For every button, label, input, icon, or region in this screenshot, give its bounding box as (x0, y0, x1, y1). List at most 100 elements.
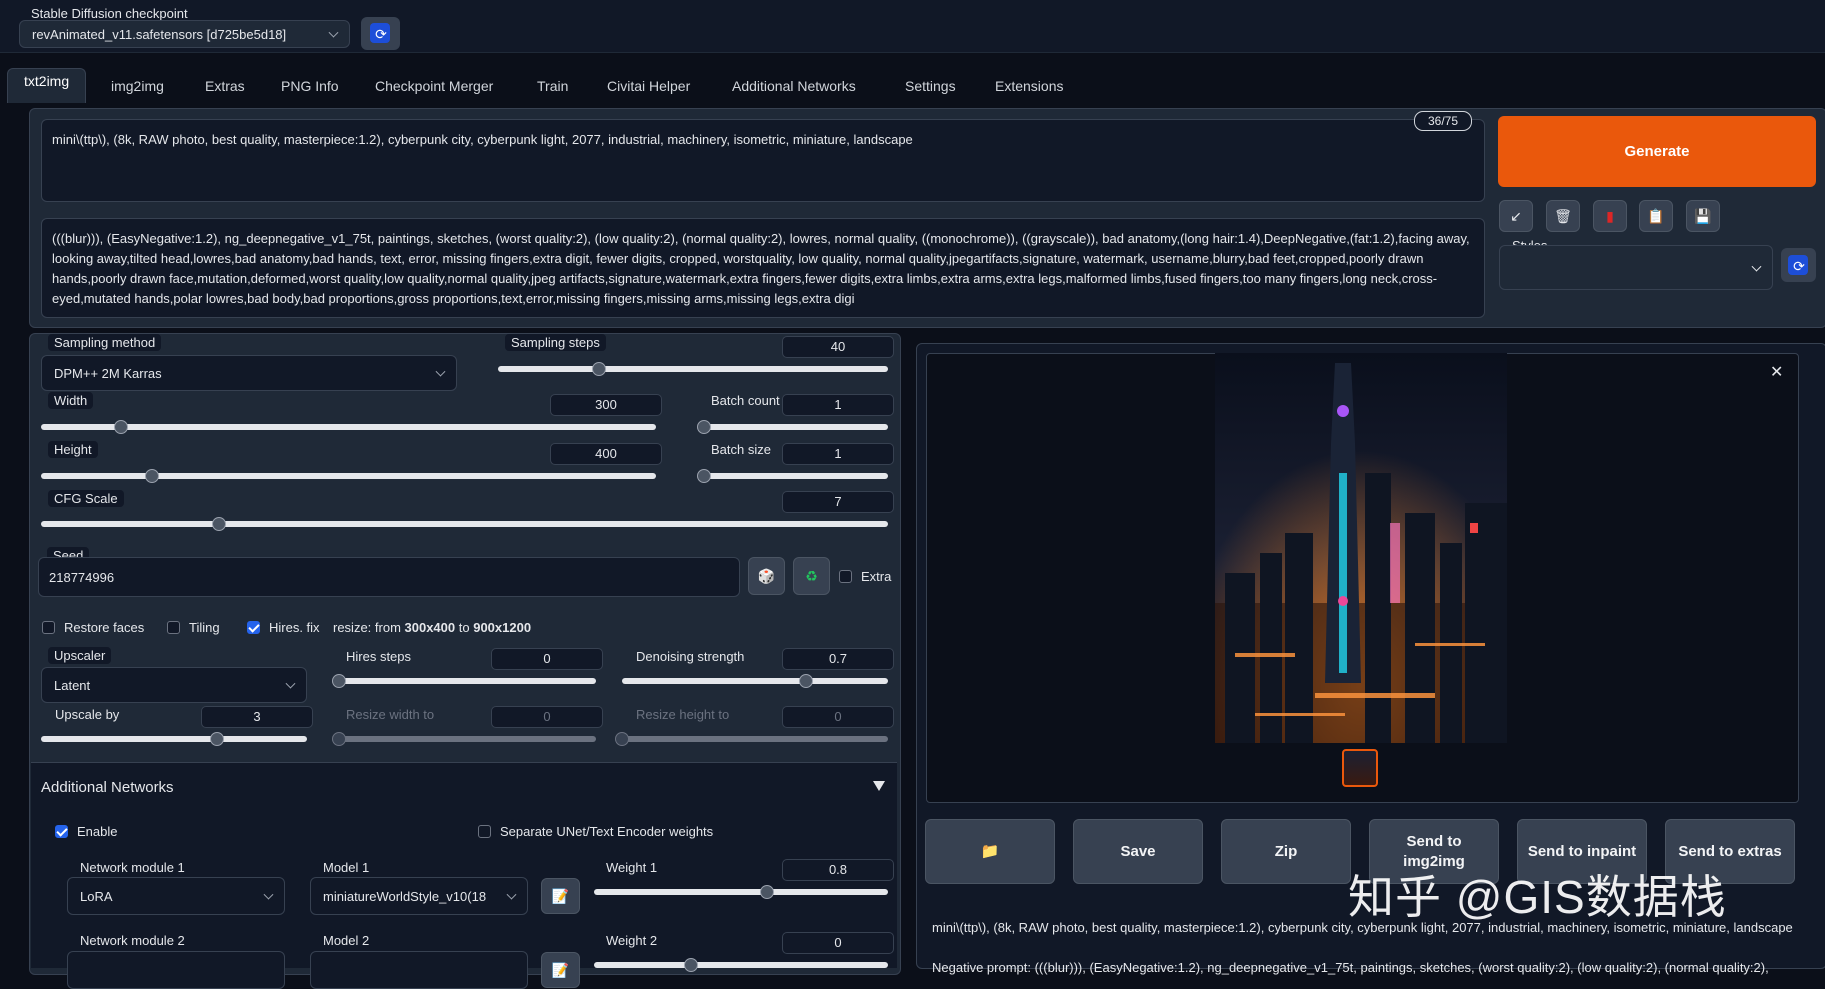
slider-thumb[interactable] (332, 674, 346, 688)
apply-style-button[interactable]: 📋 (1639, 200, 1673, 232)
model-2-select[interactable] (310, 951, 528, 989)
prompt-textarea[interactable]: mini\(ttp\), (8k, RAW photo, best qualit… (41, 119, 1485, 202)
weight-1-slider[interactable] (594, 885, 888, 899)
upscale-by-label: Upscale by (55, 707, 120, 722)
additional-networks-title[interactable]: Additional Networks (41, 779, 174, 796)
seed-input[interactable]: 218774996 (38, 557, 740, 597)
tab-train[interactable]: Train (537, 78, 568, 104)
model-1-select[interactable]: miniatureWorldStyle_v10(18 (310, 877, 528, 915)
batch-size-slider[interactable] (697, 469, 888, 483)
cfg-scale-slider[interactable] (41, 517, 888, 531)
weight-2-slider[interactable] (594, 958, 888, 972)
slider-thumb[interactable] (144, 469, 159, 483)
styles-refresh-button[interactable] (1781, 248, 1816, 282)
extra-seed-checkbox[interactable] (839, 570, 852, 583)
negative-prompt-textarea[interactable]: (((blur))), (EasyNegative:1.2), ng_deepn… (41, 218, 1485, 318)
collapse-triangle-icon[interactable] (873, 781, 885, 791)
weight-2-input[interactable]: 0 (782, 932, 894, 954)
upscale-by-slider[interactable] (41, 732, 307, 746)
model-1-label: Model 1 (323, 860, 370, 875)
slider-thumb[interactable] (113, 420, 128, 434)
resize-height-input[interactable]: 0 (782, 706, 894, 728)
resize-height-slider[interactable] (615, 732, 888, 746)
slider-thumb[interactable] (697, 420, 711, 434)
styles-select[interactable] (1499, 245, 1773, 290)
slider-thumb[interactable] (332, 732, 346, 746)
tab-png-info[interactable]: PNG Info (281, 78, 339, 104)
tab-extensions[interactable]: Extensions (995, 78, 1063, 104)
upscaler-select[interactable]: Latent (41, 667, 307, 703)
network-module-1-select[interactable]: LoRA (67, 877, 285, 915)
denoising-slider[interactable] (622, 674, 888, 688)
width-label: Width (48, 392, 94, 409)
save-style-button[interactable]: 💾 (1686, 200, 1720, 232)
zip-button[interactable]: Zip (1221, 819, 1351, 884)
slider-thumb[interactable] (209, 732, 224, 746)
random-seed-button[interactable]: 🎲 (748, 557, 785, 595)
hires-fix-checkbox[interactable] (247, 621, 260, 634)
tab-civitai-helper[interactable]: Civitai Helper (607, 78, 690, 104)
tab-additional-networks[interactable]: Additional Networks (732, 78, 856, 104)
width-slider[interactable] (41, 420, 656, 434)
sampling-method-select[interactable]: DPM++ 2M Karras (41, 355, 457, 391)
enable-checkbox[interactable] (55, 825, 68, 838)
seed-value: 218774996 (49, 570, 115, 585)
network-module-2-select[interactable] (67, 951, 285, 989)
slider-thumb[interactable] (697, 469, 711, 483)
model-1-value: miniatureWorldStyle_v10(18 (323, 888, 487, 904)
weight-1-input[interactable]: 0.8 (782, 859, 894, 881)
slider-thumb[interactable] (798, 674, 813, 688)
extra-networks-button[interactable]: ▮ (1593, 200, 1627, 232)
resize-prefix: resize: from (333, 620, 405, 635)
upscale-by-input[interactable]: 3 (201, 706, 313, 728)
tiling-label: Tiling (189, 620, 220, 635)
reuse-seed-button[interactable]: ♻ (793, 557, 830, 595)
height-input[interactable]: 400 (550, 443, 662, 465)
tab-settings[interactable]: Settings (905, 78, 956, 104)
resize-width-input[interactable]: 0 (491, 706, 603, 728)
refresh-icon (1788, 255, 1810, 277)
image-thumbnail[interactable] (1342, 749, 1378, 787)
restore-faces-checkbox[interactable] (42, 621, 55, 634)
tab-extras[interactable]: Extras (205, 78, 245, 104)
resize-info: resize: from 300x400 to 900x1200 (333, 620, 531, 635)
close-icon[interactable]: ✕ (1770, 362, 1783, 382)
cfg-scale-label: CFG Scale (48, 490, 124, 507)
clear-prompt-button[interactable]: 🗑 (1546, 200, 1580, 232)
slider-thumb[interactable] (211, 517, 226, 531)
generated-image[interactable] (1215, 353, 1507, 743)
network-module-2-label: Network module 2 (80, 933, 185, 948)
height-slider[interactable] (41, 469, 656, 483)
separate-weights-checkbox[interactable] (478, 825, 491, 838)
sampling-steps-input[interactable]: 40 (782, 336, 894, 358)
cfg-scale-input[interactable]: 7 (782, 491, 894, 513)
generate-button[interactable]: Generate (1498, 116, 1816, 187)
paste-arrow-button[interactable]: ↙ (1499, 200, 1533, 232)
slider-thumb[interactable] (684, 958, 699, 972)
model-2-info-button[interactable]: 📝 (541, 952, 580, 988)
width-input[interactable]: 300 (550, 394, 662, 416)
model-1-info-button[interactable]: 📝 (541, 878, 580, 914)
checkpoint-value: revAnimated_v11.safetensors [d725be5d18] (32, 26, 287, 42)
upscaler-label: Upscaler (48, 647, 112, 664)
save-button[interactable]: Save (1073, 819, 1203, 884)
checkpoint-select[interactable]: revAnimated_v11.safetensors [d725be5d18] (19, 20, 350, 48)
hires-steps-input[interactable]: 0 (491, 648, 603, 670)
denoising-input[interactable]: 0.7 (782, 648, 894, 670)
batch-count-slider[interactable] (697, 420, 888, 434)
sampling-steps-slider[interactable] (498, 362, 888, 376)
resize-width-slider[interactable] (332, 732, 596, 746)
chevron-down-icon (435, 366, 446, 377)
tab-checkpoint-merger[interactable]: Checkpoint Merger (375, 78, 493, 104)
batch-count-input[interactable]: 1 (782, 394, 894, 416)
checkpoint-refresh-button[interactable] (361, 17, 400, 50)
tab-img2img[interactable]: img2img (111, 78, 164, 104)
batch-size-input[interactable]: 1 (782, 443, 894, 465)
save-icon: 💾 (1694, 207, 1712, 224)
open-folder-button[interactable]: 📁 (925, 819, 1055, 884)
hires-steps-slider[interactable] (332, 674, 596, 688)
chevron-down-icon (285, 678, 296, 689)
tab-txt2img[interactable]: txt2img (7, 68, 87, 103)
tiling-checkbox[interactable] (167, 621, 180, 634)
slider-thumb[interactable] (615, 732, 629, 746)
